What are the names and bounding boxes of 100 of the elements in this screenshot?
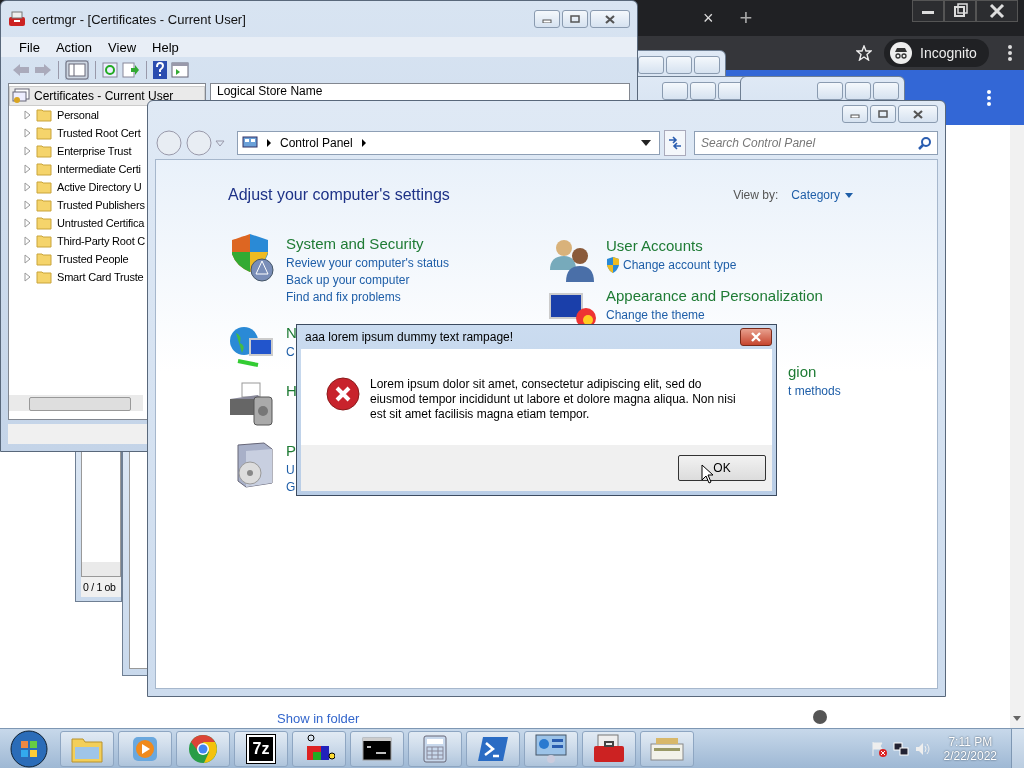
scroll-thumb[interactable] [29, 397, 131, 411]
address-bar[interactable]: Control Panel [237, 131, 660, 155]
menu-item[interactable]: Help [144, 39, 187, 55]
help-icon[interactable] [153, 61, 167, 79]
start-button[interactable] [10, 729, 48, 768]
close-icon [604, 14, 616, 24]
folder-icon [36, 144, 52, 158]
minimize-button[interactable] [912, 0, 944, 22]
task-link[interactable]: G [286, 479, 296, 494]
menu-item[interactable]: File [11, 39, 48, 55]
task-link[interactable]: Change the theme [606, 307, 705, 322]
scroll-down-icon[interactable] [1012, 714, 1022, 722]
forward-button[interactable] [185, 129, 213, 157]
expand-arrow-icon[interactable] [23, 200, 31, 210]
category-title-link[interactable]: P [286, 441, 296, 461]
show-desktop-button[interactable] [1011, 729, 1024, 768]
tree-item[interactable]: Smart Card Truste [57, 271, 144, 283]
close-button[interactable] [898, 105, 938, 123]
export-list-icon[interactable] [122, 62, 140, 78]
menu-icon[interactable] [1006, 44, 1013, 62]
action-center-flag-icon[interactable] [869, 739, 888, 758]
folder-icon [36, 198, 52, 212]
taskbar-button[interactable]: 7z [234, 730, 288, 767]
search-icon[interactable] [918, 136, 932, 150]
menu-item[interactable]: Action [47, 39, 101, 55]
maximize-button[interactable] [690, 82, 716, 100]
back-arrow-icon[interactable] [12, 62, 30, 78]
category-title-link[interactable]: User Accounts [606, 236, 737, 256]
mouse-pointer-icon [701, 464, 714, 484]
breadcrumb-arrow-icon[interactable] [360, 139, 367, 147]
back-button[interactable] [155, 129, 183, 157]
close-button[interactable] [976, 0, 1018, 22]
task-link[interactable]: U [286, 462, 295, 477]
restore-button[interactable] [944, 0, 976, 22]
search-field[interactable]: Search Control Panel [694, 131, 938, 155]
task-link[interactable]: C [286, 344, 295, 359]
tree-item[interactable]: Trusted Root Cert [57, 127, 141, 139]
close-button[interactable] [590, 10, 630, 28]
tree-item[interactable]: Active Directory U [57, 181, 142, 193]
refresh-button[interactable] [664, 130, 686, 156]
tree-item[interactable]: Trusted People [57, 253, 129, 265]
maximize-button[interactable] [562, 10, 588, 28]
breadcrumb-arrow-icon[interactable] [266, 139, 272, 147]
taskbar-button[interactable] [350, 730, 404, 767]
history-dropdown-icon[interactable] [215, 139, 225, 147]
task-link[interactable]: Back up your computer [286, 272, 410, 287]
menu-item[interactable]: View [100, 39, 145, 55]
category-title-link[interactable]: System and Security [286, 234, 450, 254]
maximize-button[interactable] [870, 105, 896, 123]
expand-arrow-icon[interactable] [23, 164, 31, 174]
tree-item[interactable]: Enterprise Trust [57, 145, 132, 157]
tree-item[interactable]: Personal [57, 109, 99, 121]
tree-item[interactable]: Trusted Publishers [57, 199, 145, 211]
page-heading: Adjust your computer's settings [228, 186, 450, 204]
maximize-button[interactable] [845, 82, 871, 100]
window-title: certmgr - [Certificates - Current User] [32, 11, 246, 27]
tree-item[interactable]: Certificates - Current User [9, 86, 205, 106]
maximize-icon [878, 110, 888, 118]
expand-arrow-icon[interactable] [23, 182, 31, 192]
task-link[interactable]: Change account type [623, 257, 737, 272]
taskbar-button[interactable] [582, 730, 636, 767]
expand-arrow-icon[interactable] [23, 236, 31, 246]
certificate-manager-icon [8, 10, 26, 28]
tree-item[interactable]: Intermediate Certi [57, 163, 141, 175]
expand-arrow-icon[interactable] [23, 110, 31, 120]
new-tab-button[interactable]: + [739, 5, 753, 31]
task-link[interactable]: Find and fix problems [286, 289, 401, 304]
menu-icon[interactable] [986, 88, 992, 107]
expand-arrow-icon[interactable] [23, 272, 31, 282]
category-title-link[interactable]: N [286, 323, 297, 343]
browser-icon [188, 733, 218, 764]
ok-button[interactable]: OK [678, 455, 766, 481]
show-in-folder-link[interactable]: Show in folder [277, 711, 360, 726]
maximize-icon [570, 15, 580, 23]
expand-arrow-icon[interactable] [23, 146, 31, 156]
bookmark-star-icon[interactable] [856, 45, 872, 61]
info-icon[interactable] [813, 710, 827, 724]
close-button[interactable] [740, 328, 772, 346]
clock-time: 7:11 PM [948, 734, 993, 749]
network-icon[interactable] [891, 739, 910, 758]
close-tab-button[interactable]: × [703, 7, 714, 29]
expand-arrow-icon[interactable] [23, 218, 31, 228]
taskbar-button[interactable] [292, 730, 346, 767]
forward-arrow-icon[interactable] [34, 62, 52, 78]
view-by-dropdown[interactable]: Category [791, 188, 853, 202]
expand-arrow-icon[interactable] [23, 254, 31, 264]
task-link[interactable]: Review your computer's status [286, 255, 450, 270]
column-header[interactable]: Logical Store Name [211, 84, 629, 98]
console-tree-icon[interactable] [65, 60, 89, 80]
category-title-link[interactable]: H [286, 381, 297, 401]
category-title-link[interactable]: Appearance and Personalization [606, 286, 823, 306]
tree-item[interactable]: Third-Party Root C [57, 235, 146, 247]
incognito-profile-button[interactable]: Incognito [884, 39, 989, 67]
tree-item[interactable]: Untrusted Certifica [57, 217, 145, 229]
category-title-link[interactable]: gion [788, 362, 841, 382]
task-link[interactable]: t methods [788, 383, 841, 398]
refresh-icon[interactable] [102, 62, 118, 78]
dropdown-arrow-icon[interactable] [641, 140, 651, 146]
maximize-button[interactable] [666, 56, 692, 74]
expand-arrow-icon[interactable] [23, 128, 31, 138]
